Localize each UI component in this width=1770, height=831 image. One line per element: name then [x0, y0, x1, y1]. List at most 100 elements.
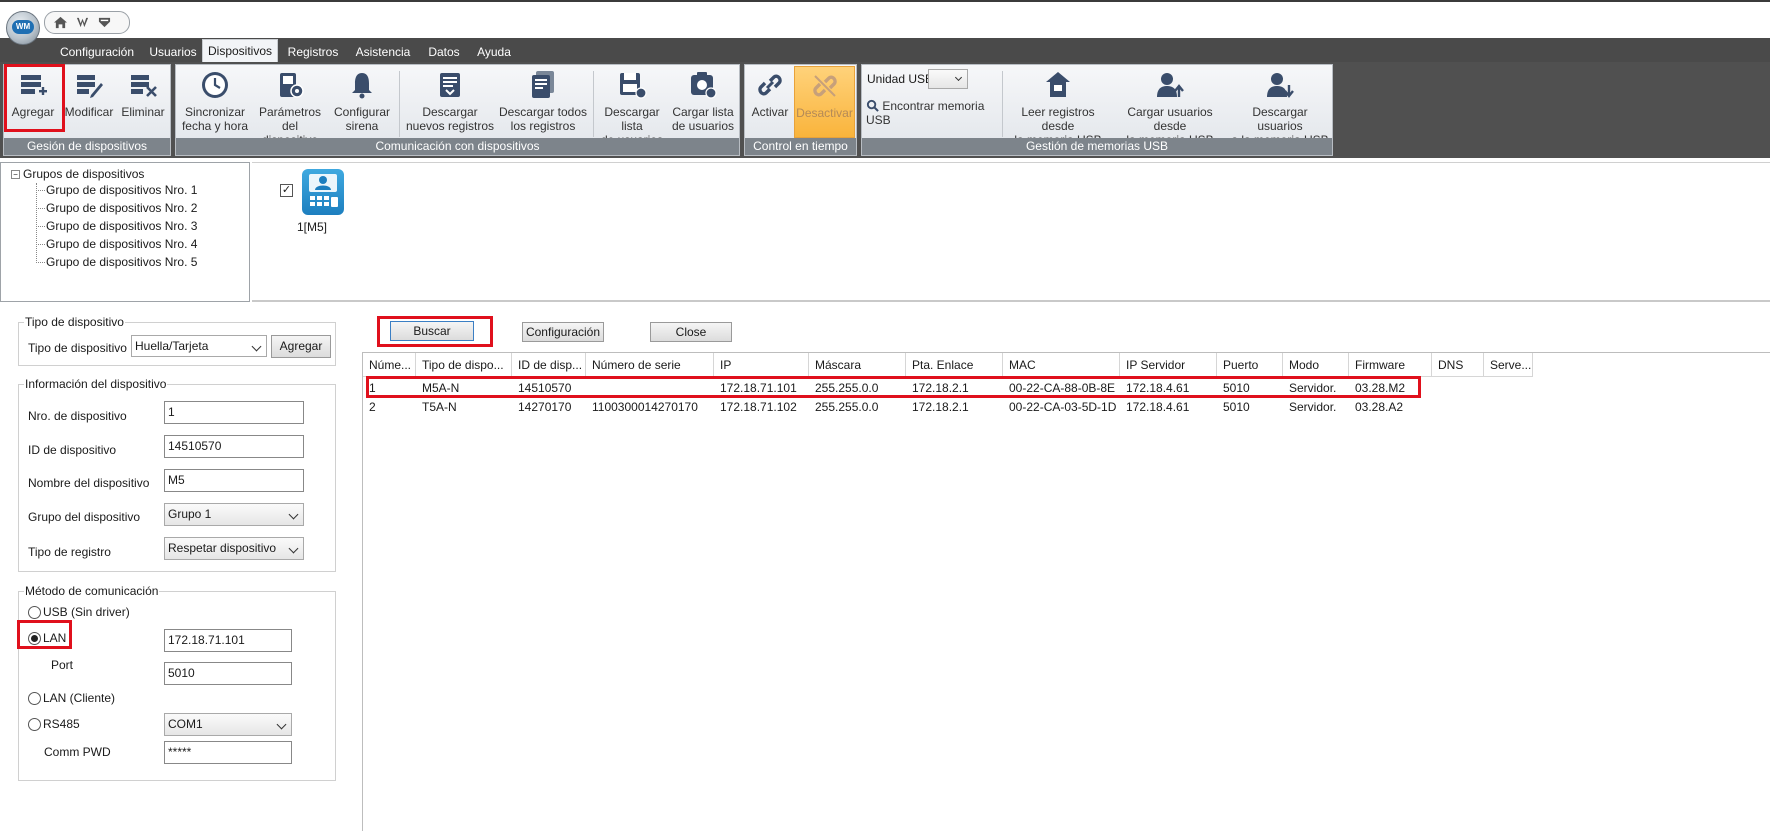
cell-modo: Servidor. — [1289, 400, 1337, 414]
desactivar-button[interactable]: Desactivar — [794, 66, 855, 138]
tree-root-label: Grupos de dispositivos — [23, 167, 145, 181]
title-bar — [0, 0, 1770, 38]
parametros-button[interactable]: Parámetros del dispositivo — [254, 69, 326, 147]
tab-asistencia[interactable]: Asistencia — [352, 42, 414, 62]
descargar-usb-button[interactable]: Descargar usuarios a la memoria USB — [1230, 69, 1330, 147]
sincronizar-button[interactable]: Sincronizar fecha y hora — [180, 69, 250, 139]
tipo-select[interactable]: Huella/Tarjeta — [131, 335, 267, 357]
tree-connector — [36, 244, 45, 245]
table-row[interactable]: 1 M5A-N 14510570 172.18.71.101 255.255.0… — [363, 379, 1423, 397]
group-label: Gesión de dispositivos — [4, 138, 170, 155]
descargar-nuevos-button[interactable]: Descargar nuevos registros — [404, 69, 496, 139]
tab-configuracion[interactable]: Configuración — [56, 42, 138, 62]
column-header[interactable]: Firmware — [1349, 353, 1432, 377]
column-header[interactable]: MAC — [1003, 353, 1120, 377]
id-label: ID de dispositivo — [28, 443, 117, 457]
parametros-label-1: Parámetros — [258, 105, 322, 119]
nro-input[interactable]: 1 — [164, 401, 304, 424]
eliminar-button[interactable]: Eliminar — [118, 69, 168, 139]
grupo-select[interactable]: Grupo 1 — [164, 503, 304, 526]
link-icon — [758, 74, 782, 96]
bell-icon — [352, 73, 372, 99]
configurar-label-2: sirena — [345, 119, 379, 133]
terminal-device-icon[interactable] — [302, 169, 344, 215]
radio-rs485[interactable] — [28, 718, 41, 731]
column-header[interactable]: Pta. Enlace — [906, 353, 1003, 377]
descargar-lista-button[interactable]: Descargar lista de usuarios — [596, 69, 668, 147]
column-header[interactable]: IP — [714, 353, 809, 377]
close-button[interactable]: Close — [650, 322, 732, 342]
column-header[interactable]: Serve... — [1484, 353, 1533, 377]
tree-item-group-4[interactable]: Grupo de dispositivos Nro. 4 — [46, 237, 197, 251]
column-header[interactable]: Máscara — [809, 353, 906, 377]
fieldset-tipo: Tipo de dispositivo Tipo de dispositivo … — [18, 315, 336, 366]
column-header[interactable]: Puerto — [1217, 353, 1283, 377]
nombre-input[interactable]: M5 — [164, 469, 304, 492]
tipo-agregar-button[interactable]: Agregar — [271, 335, 331, 358]
configurar-sirena-button[interactable]: Configurar sirena — [330, 69, 394, 139]
lan-ip-input[interactable]: 172.18.71.101 — [164, 629, 292, 652]
chevron-down-icon — [288, 543, 299, 554]
column-header[interactable]: ID de disp... — [512, 353, 586, 377]
cargar-lista-button[interactable]: Cargar lista de usuarios — [670, 69, 736, 139]
column-header[interactable]: DNS — [1432, 353, 1484, 377]
tab-registros[interactable]: Registros — [286, 42, 340, 62]
descargar-nuevos-label-1: Descargar — [422, 105, 478, 119]
rs485-select[interactable]: COM1 — [164, 713, 292, 736]
column-header[interactable]: Tipo de dispo... — [416, 353, 512, 377]
chevron-down-icon — [288, 509, 299, 520]
table-row[interactable]: 2 T5A-N 14270170 1100300014270170 172.18… — [363, 398, 1423, 416]
tree-connector — [36, 262, 45, 263]
tree-item-group-2[interactable]: Grupo de dispositivos Nro. 2 — [46, 201, 197, 215]
collapse-icon[interactable]: − — [11, 170, 20, 179]
tree-item-group-1[interactable]: Grupo de dispositivos Nro. 1 — [46, 183, 197, 197]
unlink-icon — [812, 75, 837, 97]
tree-root[interactable]: − Grupos de dispositivos — [11, 167, 144, 181]
tab-usuarios[interactable]: Usuarios — [144, 42, 202, 62]
home-icon[interactable] — [53, 16, 68, 29]
nombre-label: Nombre del dispositivo — [28, 476, 150, 490]
device-search-grid: Núme... Tipo de dispo... ID de disp... N… — [363, 352, 1770, 831]
leer-usb-button[interactable]: Leer registros desde la memoria USB — [1006, 69, 1110, 147]
activar-button[interactable]: Activar — [747, 69, 793, 139]
add-device-icon — [21, 75, 47, 95]
column-header[interactable]: Núme... — [363, 353, 416, 377]
cell-numero: 2 — [369, 400, 376, 414]
tab-datos[interactable]: Datos — [424, 42, 464, 62]
search-icon — [866, 99, 879, 112]
cargar-usb-button[interactable]: Cargar usuarios desde la memoria USB — [1114, 69, 1226, 147]
id-input[interactable]: 14510570 — [164, 435, 304, 458]
port-input[interactable]: 5010 — [164, 662, 292, 685]
shield-icon[interactable] — [97, 16, 112, 29]
radio-lan[interactable] — [28, 632, 41, 645]
tree-item-group-3[interactable]: Grupo de dispositivos Nro. 3 — [46, 219, 197, 233]
radio-usb[interactable] — [28, 606, 41, 619]
cell-ip: 172.18.71.102 — [720, 400, 797, 414]
column-header[interactable]: Modo — [1283, 353, 1349, 377]
cell-tipo: T5A-N — [422, 400, 457, 414]
descargar-todos-button[interactable]: Descargar todos los registros — [498, 69, 588, 139]
modificar-button[interactable]: Modificar — [62, 69, 116, 139]
cell-enlace: 172.18.2.1 — [912, 381, 969, 395]
radio-lan-cliente[interactable] — [28, 692, 41, 705]
tab-ayuda[interactable]: Ayuda — [474, 42, 514, 62]
column-header[interactable]: Número de serie — [586, 353, 714, 377]
usb-unit-select[interactable] — [928, 69, 968, 89]
user-edit-icon[interactable] — [75, 16, 90, 29]
configuracion-button[interactable]: Configuración — [522, 322, 604, 342]
registro-select[interactable]: Respetar dispositivo — [164, 537, 304, 560]
app-logo[interactable]: WM — [6, 11, 40, 45]
column-header[interactable]: IP Servidor — [1120, 353, 1217, 377]
agregar-button[interactable]: Agregar — [8, 69, 58, 139]
cell-serie: 1100300014270170 — [592, 400, 698, 414]
leer-usb-label-1: Leer registros desde — [1021, 105, 1095, 133]
sincronizar-label-1: Sincronizar — [184, 105, 246, 119]
tree-item-group-5[interactable]: Grupo de dispositivos Nro. 5 — [46, 255, 197, 269]
buscar-button[interactable]: Buscar — [390, 321, 474, 341]
cargar-lista-label-1: Cargar lista — [672, 105, 734, 119]
group-comunicacion: Sincronizar fecha y hora Parámetros del … — [175, 64, 740, 156]
device-checkbox[interactable]: ✓ — [280, 184, 293, 197]
encontrar-usb-button[interactable]: Encontrar memoria USB — [866, 99, 1000, 127]
pwd-input[interactable]: ***** — [164, 741, 292, 764]
tab-dispositivos[interactable]: Dispositivos — [202, 39, 278, 62]
